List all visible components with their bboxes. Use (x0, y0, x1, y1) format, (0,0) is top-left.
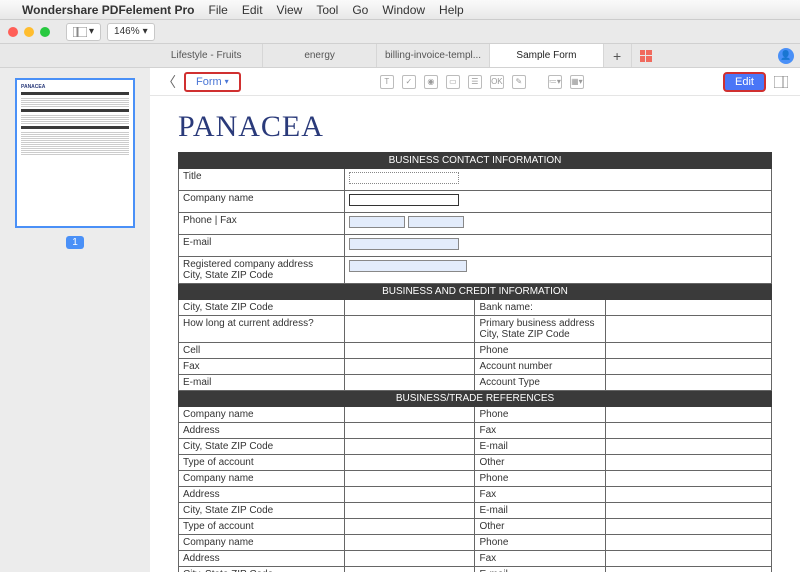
input-title[interactable] (349, 172, 459, 184)
label-howlong: How long at current address? (179, 316, 345, 343)
tab-lifestyle[interactable]: Lifestyle - Fruits (150, 44, 263, 67)
label-s3-city-3: City, State ZIP Code (179, 567, 345, 572)
label-s3-phone-2: Phone (475, 471, 605, 487)
radio-icon[interactable]: ◉ (424, 75, 438, 89)
panel-toggle-icon[interactable] (774, 75, 788, 89)
macos-menubar: Wondershare PDFelement Pro File Edit Vie… (0, 0, 800, 20)
align-icon[interactable]: ≔▾ (548, 75, 562, 89)
button-icon[interactable]: OK (490, 75, 504, 89)
combo-icon[interactable]: ▭ (446, 75, 460, 89)
label-s3-fax-2: Fax (475, 487, 605, 503)
label-s3-city-2: City, State ZIP Code (179, 503, 345, 519)
menu-file[interactable]: File (209, 3, 228, 17)
label-email: E-mail (179, 235, 345, 257)
section3-header: BUSINESS/TRADE REFERENCES (179, 391, 772, 407)
window-toolbar: ▾ 146%▾ (0, 20, 800, 44)
label-s2-fax: Fax (179, 359, 345, 375)
doc-heading: PANACEA (178, 110, 772, 144)
layout-icon (73, 27, 87, 37)
label-reg-addr: Registered company addressCity, State ZI… (179, 257, 345, 284)
label-s3-fax-1: Fax (475, 423, 605, 439)
label-phonefax: Phone | Fax (179, 213, 345, 235)
document-page: PANACEA BUSINESS CONTACT INFORMATION Tit… (150, 96, 800, 572)
view-layout-button[interactable]: ▾ (66, 23, 101, 41)
app-title: Wondershare PDFelement Pro (22, 3, 195, 17)
input-email[interactable] (349, 238, 459, 250)
minimize-icon[interactable] (24, 27, 34, 37)
document-tabs: Lifestyle - Fruits energy billing-invoic… (0, 44, 800, 68)
edit-button[interactable]: Edit (723, 72, 766, 92)
label-s3-company-2: Company name (179, 471, 345, 487)
label-s3-city-1: City, State ZIP Code (179, 439, 345, 455)
section1-header: BUSINESS CONTACT INFORMATION (179, 153, 772, 169)
maximize-icon[interactable] (40, 27, 50, 37)
label-acct-type: Account Type (475, 375, 605, 391)
label-s3-addr-1: Address (179, 423, 345, 439)
app-grid-icon[interactable] (632, 44, 660, 67)
form-dropdown-button[interactable]: Form▾ (184, 72, 241, 92)
label-s3-addr-3: Address (179, 551, 345, 567)
label-s3-email-2: E-mail (475, 503, 605, 519)
zoom-value: 146% (114, 26, 140, 37)
label-s3-email-3: E-mail (475, 567, 605, 572)
label-s3-phone-3: Phone (475, 535, 605, 551)
menu-tool[interactable]: Tool (316, 3, 338, 17)
label-cell: Cell (179, 343, 345, 359)
label-s2-email: E-mail (179, 375, 345, 391)
menu-edit[interactable]: Edit (242, 3, 263, 17)
text-field-icon[interactable]: T (380, 75, 394, 89)
label-s3-type-1: Type of account (179, 455, 345, 471)
label-s3-company-1: Company name (179, 407, 345, 423)
menu-go[interactable]: Go (352, 3, 368, 17)
checkbox-icon[interactable]: ✓ (402, 75, 416, 89)
label-s3-company-3: Company name (179, 535, 345, 551)
menu-window[interactable]: Window (382, 3, 425, 17)
tab-billing[interactable]: billing-invoice-templ... (377, 44, 490, 67)
close-icon[interactable] (8, 27, 18, 37)
input-fax[interactable] (408, 216, 464, 228)
tab-sample-form[interactable]: Sample Form (490, 44, 603, 67)
label-s3-type-2: Type of account (179, 519, 345, 535)
document-toolbar: 〈 Form▾ T ✓ ◉ ▭ ☰ OK ✎ ≔▾ ▦▾ Edit (150, 68, 800, 96)
back-button[interactable]: 〈 (162, 72, 176, 92)
input-phone[interactable] (349, 216, 405, 228)
label-bank: Bank name: (475, 300, 605, 316)
label-s3-other-2: Other (475, 519, 605, 535)
label-company: Company name (179, 191, 345, 213)
form-table: BUSINESS CONTACT INFORMATION Title Compa… (178, 152, 772, 572)
menu-help[interactable]: Help (439, 3, 464, 17)
listbox-icon[interactable]: ☰ (468, 75, 482, 89)
label-s3-phone-1: Phone (475, 407, 605, 423)
label-acct-num: Account number (475, 359, 605, 375)
input-reg-addr[interactable] (349, 260, 467, 272)
label-title: Title (179, 169, 345, 191)
label-s3-other-1: Other (475, 455, 605, 471)
menu-view[interactable]: View (277, 3, 303, 17)
page-number-badge: 1 (66, 236, 84, 249)
window-controls (8, 27, 50, 37)
label-s3-fax-3: Fax (475, 551, 605, 567)
user-avatar[interactable]: 👤 (772, 44, 800, 67)
signature-icon[interactable]: ✎ (512, 75, 526, 89)
tab-energy[interactable]: energy (263, 44, 376, 67)
label-s2-city: City, State ZIP Code (179, 300, 345, 316)
zoom-selector[interactable]: 146%▾ (107, 23, 155, 41)
input-company-name[interactable] (349, 194, 459, 206)
label-primary-addr: Primary business addressCity, State ZIP … (475, 316, 605, 343)
thumbnail-sidebar: PANACEA 1 (0, 68, 150, 572)
label-s2-phone: Phone (475, 343, 605, 359)
new-tab-button[interactable]: + (604, 44, 632, 67)
section2-header: BUSINESS AND CREDIT INFORMATION (179, 284, 772, 300)
label-s3-email-1: E-mail (475, 439, 605, 455)
label-s3-addr-2: Address (179, 487, 345, 503)
more-tools-icon[interactable]: ▦▾ (570, 75, 584, 89)
page-thumbnail-1[interactable]: PANACEA (15, 78, 135, 228)
